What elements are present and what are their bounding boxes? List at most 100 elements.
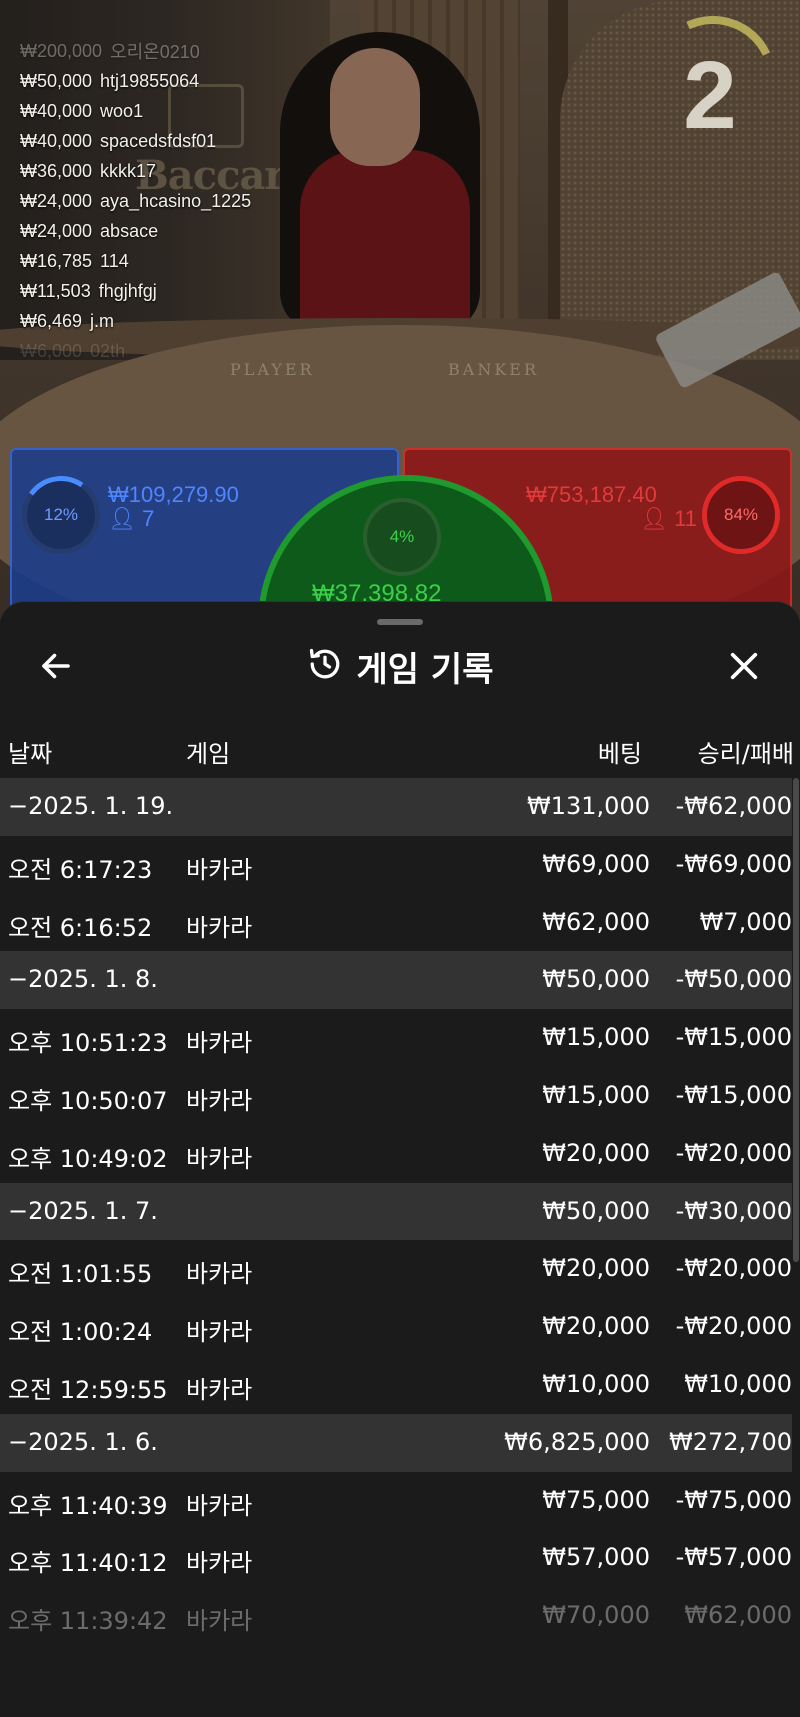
history-row[interactable]: 오후 11:40:39 바카라 ₩75,000 -₩75,000 (0, 1472, 792, 1530)
winner-amount: ₩36,000 (20, 160, 93, 181)
player-bettor-count-value: 7 (142, 506, 155, 531)
back-button[interactable] (30, 640, 82, 692)
winner-amount: ₩40,000 (20, 100, 93, 121)
banker-bet-amount: ₩753,187.40 (526, 482, 657, 507)
winner-username: aya_hcasino_1225 (100, 190, 252, 211)
row-date: 오후 10:49:02 (8, 1144, 168, 1173)
history-row[interactable]: 오후 10:51:23 바카라 ₩15,000 -₩15,000 (0, 1009, 792, 1067)
history-row[interactable]: 오후 10:50:07 바카라 ₩15,000 -₩15,000 (0, 1067, 792, 1125)
row-bet: ₩10,000 (542, 1369, 650, 1398)
arrow-left-icon (42, 653, 70, 679)
row-winloss: ₩62,000 (684, 1601, 792, 1630)
row-winloss: -₩20,000 (675, 1312, 792, 1341)
row-bet: ₩15,000 (542, 1080, 650, 1109)
row-date: 오전 6:16:52 (8, 913, 153, 942)
winner-username: absace (100, 220, 159, 241)
winner-username: j.m (90, 310, 115, 331)
history-row[interactable]: 오전 6:17:23 바카라 ₩69,000 -₩69,000 (0, 836, 792, 894)
row-date: 오후 11:39:42 (8, 1607, 168, 1636)
winner-row: ₩50,000 htj19855064 (20, 66, 320, 96)
scrollbar[interactable] (793, 778, 799, 1262)
row-date: −2025. 1. 19. (8, 792, 174, 820)
row-bet: ₩50,000 (542, 1196, 650, 1225)
sheet-title-group: 게임 기록 (0, 632, 800, 700)
date-group-row[interactable]: −2025. 1. 6. ₩6,825,000 ₩272,700 (0, 1413, 792, 1472)
banker-bettor-count-value: 11 (674, 506, 697, 531)
row-bet: ₩62,000 (542, 907, 650, 936)
row-bet: ₩70,000 (542, 1601, 650, 1630)
winner-row: ₩36,000 kkkk17 (20, 156, 320, 186)
sheet-header: 게임 기록 (0, 632, 800, 704)
banker-percent: 84% (723, 505, 759, 524)
history-row[interactable]: 오후 11:40:12 바카라 ₩57,000 -₩57,000 (0, 1529, 792, 1587)
history-row[interactable]: 오후 11:39:42 바카라 ₩70,000 ₩62,000 (0, 1587, 792, 1645)
winner-username: 02th (90, 340, 126, 361)
player-percent-ring: 12% (22, 476, 100, 554)
winner-row: ₩11,503 fhgjhfgj (20, 276, 320, 306)
column-headers: 날짜 게임 베팅 승리/패배 (0, 722, 800, 772)
row-bet: ₩69,000 (542, 849, 650, 878)
player-percent: 12% (43, 505, 79, 524)
column-header-winloss[interactable]: 승리/패배 (698, 734, 794, 769)
row-bet: ₩75,000 (542, 1485, 650, 1514)
row-date: 오후 11:40:39 (8, 1491, 168, 1520)
row-date: 오전 1:01:55 (8, 1260, 153, 1289)
winner-row: ₩200,000 오리온0210 (20, 36, 320, 66)
tie-percent-ring: 4% (363, 498, 441, 576)
row-bet: ₩20,000 (542, 1254, 650, 1283)
row-bet: ₩50,000 (542, 965, 650, 994)
row-game: 바카라 (186, 1260, 253, 1289)
history-row[interactable]: 오전 1:00:24 바카라 ₩20,000 -₩20,000 (0, 1298, 792, 1356)
winner-username: fhgjhfgj (98, 280, 157, 301)
row-game: 바카라 (186, 1549, 253, 1578)
winner-username: spacedsfdsf01 (100, 130, 217, 151)
player-bettor-count: 👤︎ 7 (108, 506, 154, 532)
winners-feed: ₩200,000 오리온0210 ₩50,000 htj19855064 ₩40,000… (20, 36, 320, 366)
column-header-game[interactable]: 게임 (186, 734, 230, 769)
row-game: 바카라 (186, 1144, 253, 1173)
row-winloss: -₩15,000 (675, 1023, 792, 1052)
history-row[interactable]: 오전 1:01:55 바카라 ₩20,000 -₩20,000 (0, 1240, 792, 1298)
row-game: 바카라 (186, 1086, 253, 1115)
winner-row: ₩24,000 absace (20, 216, 320, 246)
row-date: 오전 6:17:23 (8, 855, 153, 884)
date-group-row[interactable]: −2025. 1. 19. ₩131,000 -₩62,000 (0, 778, 792, 836)
winner-row: ₩6,469 j.m (20, 306, 320, 336)
winner-row: ₩6,000 02th (20, 336, 320, 366)
player-bet-amount: ₩109,279.90 (108, 482, 239, 507)
sheet-grabber[interactable] (377, 619, 423, 625)
row-date: 오후 11:40:12 (8, 1549, 168, 1578)
row-winloss: -₩50,000 (675, 965, 792, 994)
history-row[interactable]: 오전 12:59:55 바카라 ₩10,000 ₩10,000 (0, 1356, 792, 1414)
date-group-row[interactable]: −2025. 1. 7. ₩50,000 -₩30,000 (0, 1182, 792, 1241)
column-header-bet[interactable]: 베팅 (598, 734, 642, 769)
date-group-row[interactable]: −2025. 1. 8. ₩50,000 -₩50,000 (0, 951, 792, 1010)
countdown-timer: 2 (683, 42, 737, 149)
winner-amount: ₩50,000 (20, 70, 93, 91)
winner-amount: ₩16,785 (20, 250, 93, 271)
winner-amount: ₩24,000 (20, 220, 93, 241)
history-row[interactable]: 오후 10:49:02 바카라 ₩20,000 -₩20,000 (0, 1125, 792, 1183)
game-history-sheet: 게임 기록 날짜 게임 베팅 승리/패배 −2025. 1. 19. ₩131,0… (0, 601, 800, 1717)
user-icon: 👤︎ (108, 506, 136, 531)
sheet-title: 게임 기록 (356, 649, 494, 690)
winner-amount: ₩24,000 (20, 190, 93, 211)
row-winloss: -₩20,000 (675, 1138, 792, 1167)
row-game: 바카라 (186, 1491, 253, 1520)
column-header-date[interactable]: 날짜 (8, 734, 52, 769)
close-button[interactable] (718, 640, 770, 692)
row-game: 바카라 (186, 913, 253, 942)
winner-amount: ₩6,000 (20, 340, 83, 361)
row-winloss: -₩20,000 (675, 1254, 792, 1283)
row-winloss: -₩62,000 (675, 792, 792, 820)
row-winloss: ₩7,000 (699, 907, 792, 936)
history-row[interactable]: 오전 6:16:52 바카라 ₩62,000 ₩7,000 (0, 894, 792, 952)
winner-amount: ₩11,503 (20, 280, 91, 301)
row-date: −2025. 1. 7. (8, 1196, 158, 1225)
winner-row: ₩16,785 114 (20, 246, 320, 276)
winner-amount: ₩40,000 (20, 130, 93, 151)
row-winloss: -₩30,000 (675, 1196, 792, 1225)
row-bet: ₩15,000 (542, 1023, 650, 1052)
winner-username: 오리온0210 (110, 42, 200, 62)
row-date: 오전 1:00:24 (8, 1318, 153, 1347)
